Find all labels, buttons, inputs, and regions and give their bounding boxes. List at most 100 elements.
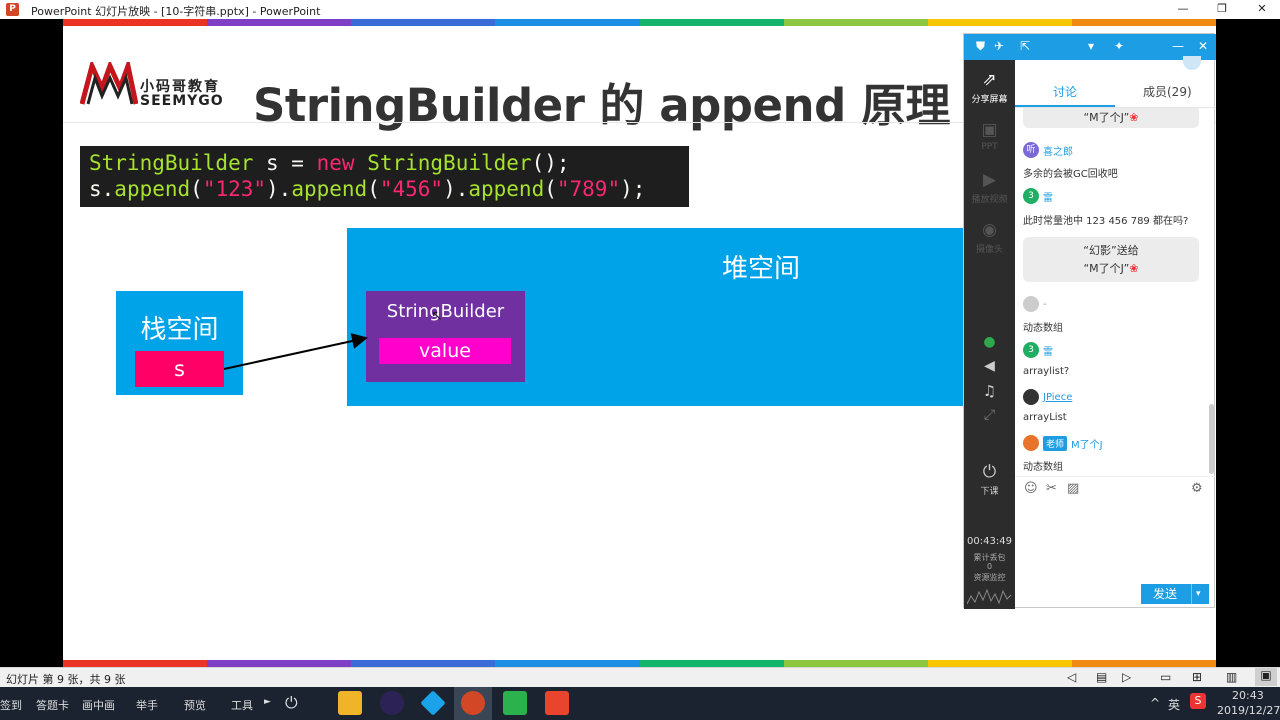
end-class-button[interactable]: ⏻ 下课 xyxy=(964,462,1015,497)
fullscreen-icon[interactable]: ⤢ xyxy=(964,407,1015,423)
pin-icon[interactable]: ✦ xyxy=(1114,39,1124,53)
code-token: StringBuilder xyxy=(89,151,254,175)
sourcetree-icon[interactable] xyxy=(420,690,446,716)
avatar xyxy=(1023,389,1039,405)
shield-icon[interactable]: ⛊ xyxy=(976,39,985,54)
minimize-icon[interactable]: — xyxy=(1172,39,1184,53)
play-video-button[interactable]: ▶ 播放视频 xyxy=(964,170,1015,205)
power-icon[interactable]: ⏻ xyxy=(285,693,298,713)
tool-answer-card[interactable]: 答题卡 xyxy=(36,697,69,713)
caret-right-icon[interactable]: ► xyxy=(264,697,271,707)
active-tab-indicator xyxy=(1015,105,1115,107)
message-text: 此时常量池中 123 456 789 都在吗? xyxy=(1023,216,1189,227)
end-class-icon: ⏻ xyxy=(982,462,997,482)
slideshow-view-icon[interactable]: ▣ xyxy=(1255,668,1277,686)
eclipse-icon[interactable] xyxy=(380,691,404,715)
chat-scrollbar[interactable] xyxy=(1209,404,1214,474)
chevron-down-icon[interactable]: ▾ xyxy=(1088,39,1094,53)
heap-space-label: 堆空间 xyxy=(722,254,801,284)
clock-time[interactable]: 20:43 xyxy=(1232,689,1264,702)
value-field-box: value xyxy=(379,338,511,364)
plane-icon[interactable]: ✈ xyxy=(994,39,1004,53)
message-header: 老师 M了个J xyxy=(1023,435,1103,451)
avatar: 听 xyxy=(1023,142,1039,158)
tool-checkin[interactable]: 签到 xyxy=(0,697,22,713)
restore-icon[interactable]: ❐ xyxy=(1214,2,1230,16)
code-line-1: StringBuilder s = new StringBuilder(); xyxy=(89,150,689,176)
class-timer: 00:43:49 xyxy=(967,536,1012,547)
tab-members[interactable]: 成员(29) xyxy=(1143,83,1192,100)
taskbar: 签到 答题卡 画中画 举手 预览 工具 ► ⏻ ^ 英 S 20:43 2019… xyxy=(0,687,1280,720)
chevron-down-icon[interactable]: ▾ xyxy=(1191,584,1201,604)
c-app-icon[interactable] xyxy=(545,691,569,715)
logo-text-en: SEEMYGO xyxy=(140,93,224,109)
nickname[interactable]: JPiece xyxy=(1043,392,1072,403)
file-explorer-icon[interactable] xyxy=(338,691,362,715)
code-token: s = xyxy=(253,151,317,175)
logo-mark-icon xyxy=(80,62,138,105)
code-token: ). xyxy=(443,177,469,201)
next-slide-icon[interactable]: ▷ xyxy=(1122,670,1131,684)
emoji-icon[interactable]: ☺ xyxy=(1024,481,1038,496)
gift-bubble: “幻影”送给 “M了个J”❀ xyxy=(1023,237,1199,282)
nickname[interactable]: M了个J xyxy=(1071,436,1103,451)
tool-tools[interactable]: 工具 xyxy=(231,697,253,713)
sogou-input-icon[interactable]: S xyxy=(1190,693,1206,709)
rainbow-bar-bottom xyxy=(63,660,1216,667)
nickname[interactable]: 喜之郎 xyxy=(1043,143,1073,158)
code-token: ( xyxy=(190,177,203,201)
tool-raise-hand[interactable]: 举手 xyxy=(136,697,158,713)
ime-indicator[interactable]: 英 xyxy=(1168,696,1180,713)
minimize-icon[interactable]: — xyxy=(1175,2,1191,16)
clion-icon[interactable] xyxy=(503,691,527,715)
avatar xyxy=(1023,296,1039,312)
powerpoint-taskbar-icon[interactable] xyxy=(461,691,485,715)
prev-slide-icon[interactable]: ◁ xyxy=(1067,670,1076,684)
microphone-icon[interactable]: ● xyxy=(964,334,1015,350)
normal-view-icon[interactable]: ▭ xyxy=(1160,670,1171,684)
speaker-icon[interactable]: ◀ xyxy=(964,358,1015,374)
slide-title: StringBuilder 的 append 原理 xyxy=(253,79,950,132)
message-text: arraylist? xyxy=(1023,366,1070,377)
gift-text: “幻影”送给 xyxy=(1083,244,1139,257)
nickname[interactable]: - xyxy=(1043,299,1047,310)
code-token: s. xyxy=(89,177,115,201)
settings-gear-icon[interactable]: ⚙ xyxy=(1191,481,1203,496)
clock-date[interactable]: 2019/12/27 xyxy=(1217,704,1280,717)
stack-space-box: 栈空间 s xyxy=(116,291,243,395)
rainbow-bar-top xyxy=(63,19,1216,26)
window-title: PowerPoint 幻灯片放映 - [10-字符串.pptx] - Power… xyxy=(31,5,321,18)
music-icon[interactable]: ♫ xyxy=(964,382,1015,400)
close-icon[interactable]: ✕ xyxy=(1254,2,1270,16)
camera-icon: ◉ xyxy=(982,220,997,240)
ppt-button[interactable]: ▣ PPT xyxy=(964,120,1015,152)
nickname[interactable]: 雷 xyxy=(1043,189,1053,204)
nickname[interactable]: 雷 xyxy=(1043,343,1053,358)
packet-loss-value: 0 xyxy=(986,562,993,571)
rose-icon: ❀ xyxy=(1129,111,1139,124)
message-header: - xyxy=(1023,296,1047,312)
panel-sidebar: ⇗ 分享屏幕 ▣ PPT ▶ 播放视频 ◉ 摄像头 ● ◀ ♫ ⤢ ⏻ 下课 00:43:… xyxy=(964,60,1015,609)
share-screen-button[interactable]: ⇗ 分享屏幕 xyxy=(964,70,1015,105)
notification-icon[interactable] xyxy=(1183,56,1201,70)
send-button[interactable]: 发送 ▾ xyxy=(1141,584,1209,604)
menu-icon[interactable]: ▤ xyxy=(1096,670,1107,684)
slide-sorter-icon[interactable]: ⊞ xyxy=(1192,670,1202,684)
camera-button[interactable]: ◉ 摄像头 xyxy=(964,220,1015,255)
play-video-icon: ▶ xyxy=(982,170,997,190)
gift-text: “M了个J” xyxy=(1083,262,1130,275)
reading-view-icon[interactable]: ▥ xyxy=(1226,670,1237,684)
scissors-icon[interactable]: ✂ xyxy=(1046,481,1057,496)
resource-graph xyxy=(967,588,1012,605)
code-token: new xyxy=(316,151,355,175)
share-out-icon[interactable]: ⇱ xyxy=(1020,39,1030,53)
stringbuilder-object-box: StringBuilder value xyxy=(366,291,525,382)
chat-message-list[interactable]: “M了个J”❀ 听喜之郎 多余的会被GC回收吧 3雷 此时常量池中 123 45… xyxy=(1015,108,1209,476)
tool-picture-in-picture[interactable]: 画中画 xyxy=(82,697,115,713)
slide-counter: 幻灯片 第 9 张，共 9 张 xyxy=(6,673,126,686)
image-icon[interactable]: ▨ xyxy=(1067,481,1079,496)
tab-discussion[interactable]: 讨论 xyxy=(1053,83,1077,100)
chevron-up-icon[interactable]: ^ xyxy=(1150,696,1160,710)
close-icon[interactable]: ✕ xyxy=(1198,39,1208,53)
tool-preview[interactable]: 预览 xyxy=(184,697,206,713)
